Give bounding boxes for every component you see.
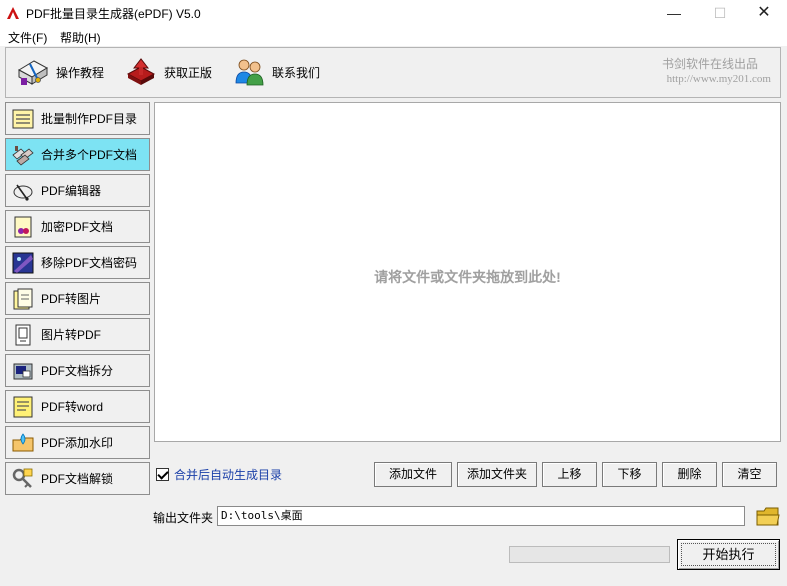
move-up-button[interactable]: 上移: [542, 462, 597, 487]
clear-button[interactable]: 清空: [722, 462, 777, 487]
file-drop-area[interactable]: 请将文件或文件夹拖放到此处!: [154, 102, 781, 442]
image-to-pdf-icon: [15, 324, 31, 345]
contact-us-label: 联系我们: [272, 65, 321, 80]
sidebar-item-label: PDF文档解锁: [41, 472, 114, 486]
sidebar-item-merge[interactable]: 合并多个PDF文档: [5, 138, 150, 171]
toolbar: 操作教程 获取正版 联系我们 书剑软件在线出品 http://www.my201…: [5, 47, 781, 98]
sidebar-item-batch-toc[interactable]: 批量制作PDF目录: [5, 102, 150, 135]
sidebar-item-label: 移除PDF文档密码: [41, 256, 138, 270]
drop-hint: 请将文件或文件夹拖放到此处!: [374, 269, 561, 285]
app-window: PDF批量目录生成器(ePDF) V5.0 — ☐ ✕ 文件(F) 帮助(H) …: [0, 0, 787, 586]
minimize-button[interactable]: —: [651, 0, 697, 26]
sidebar-item-label: 加密PDF文档: [41, 220, 114, 234]
sidebar-item-label: PDF转word: [41, 400, 104, 414]
close-button[interactable]: ✕: [741, 0, 787, 26]
move-down-button[interactable]: 下移: [602, 462, 657, 487]
delete-button[interactable]: 删除: [662, 462, 717, 487]
contact-icon: [235, 59, 264, 86]
sidebar-item-label: PDF文档拆分: [41, 364, 114, 378]
sidebar-item-pdf-to-image[interactable]: PDF转图片: [5, 282, 150, 315]
maximize-button[interactable]: ☐: [697, 0, 743, 26]
progress-bar: [509, 546, 670, 563]
start-button[interactable]: 开始执行: [677, 539, 780, 570]
browse-folder-icon[interactable]: [756, 505, 780, 527]
sidebar-item-label: PDF编辑器: [41, 184, 102, 198]
sidebar-item-label: 图片转PDF: [41, 328, 102, 342]
output-folder-field[interactable]: D:\tools\桌面: [217, 506, 745, 526]
pdf-to-word-icon: [13, 396, 33, 417]
sidebar-item-watermark[interactable]: PDF添加水印: [5, 426, 150, 459]
output-folder-label: 输出文件夹: [153, 511, 214, 525]
vendor-url: http://www.my201.com: [666, 73, 771, 85]
vendor-name: 书剑软件在线出品: [661, 57, 758, 71]
editor-icon: [13, 184, 33, 201]
remove-password-icon: [12, 252, 34, 273]
sidebar-item-label: 合并多个PDF文档: [41, 148, 138, 162]
tutorial-icon: [17, 60, 49, 85]
sidebar-item-editor[interactable]: PDF编辑器: [5, 174, 150, 207]
window-title: PDF批量目录生成器(ePDF) V5.0: [26, 7, 201, 21]
sidebar-item-pdf-to-word[interactable]: PDF转word: [5, 390, 150, 423]
tutorial-button[interactable]: 操作教程: [16, 56, 104, 88]
menu-help[interactable]: 帮助(H): [60, 29, 101, 46]
app-logo-icon: [7, 7, 19, 19]
tutorial-label: 操作教程: [56, 65, 105, 80]
genuine-icon: [126, 58, 156, 85]
menu-bar: 文件(F) 帮助(H): [0, 26, 787, 46]
sidebar-item-remove-password[interactable]: 移除PDF文档密码: [5, 246, 150, 279]
auto-toc-label: 合并后自动生成目录: [174, 468, 283, 482]
sidebar-item-image-to-pdf[interactable]: 图片转PDF: [5, 318, 150, 351]
split-icon: [13, 363, 33, 379]
menu-file[interactable]: 文件(F): [8, 29, 47, 46]
auto-toc-option[interactable]: 合并后自动生成目录: [156, 466, 282, 483]
encrypt-icon: [14, 216, 32, 237]
sidebar-item-label: PDF转图片: [41, 292, 102, 306]
add-file-button[interactable]: 添加文件: [374, 462, 452, 487]
auto-toc-checkbox[interactable]: [156, 468, 169, 481]
merge-icon: [12, 145, 34, 166]
sidebar-item-split[interactable]: PDF文档拆分: [5, 354, 150, 387]
contact-us-button[interactable]: 联系我们: [232, 56, 320, 88]
unlock-icon: [12, 468, 33, 488]
sidebar-item-label: 批量制作PDF目录: [41, 112, 138, 126]
sidebar-item-encrypt[interactable]: 加密PDF文档: [5, 210, 150, 243]
get-genuine-label: 获取正版: [164, 65, 213, 80]
get-genuine-button[interactable]: 获取正版: [124, 56, 212, 88]
add-folder-button[interactable]: 添加文件夹: [457, 462, 537, 487]
toc-icon: [12, 109, 34, 128]
sidebar-item-label: PDF添加水印: [41, 436, 114, 450]
title-bar: PDF批量目录生成器(ePDF) V5.0 — ☐ ✕: [0, 0, 787, 26]
sidebar-item-unlock[interactable]: PDF文档解锁: [5, 462, 150, 495]
watermark-icon: [12, 432, 34, 451]
pdf-to-image-icon: [13, 288, 33, 309]
